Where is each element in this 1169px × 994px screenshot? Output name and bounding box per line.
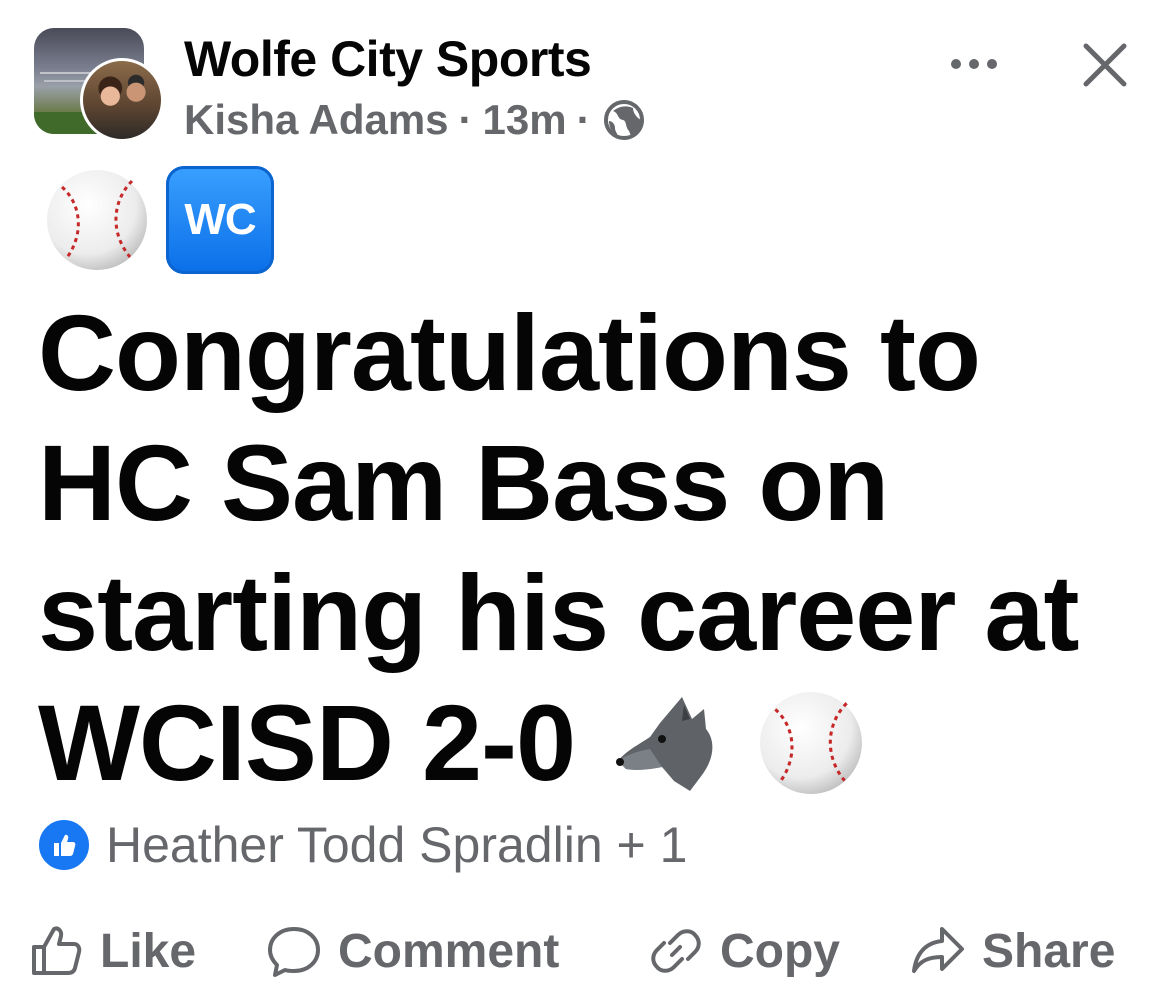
reaction-names[interactable]: Heather Todd Spradlin + 1 bbox=[106, 816, 687, 874]
link-icon bbox=[651, 929, 701, 973]
post-body-line: WCISD 2-0 bbox=[38, 682, 576, 803]
more-options-icon[interactable] bbox=[944, 44, 1004, 84]
meta-separator: · bbox=[576, 96, 591, 143]
like-icon bbox=[32, 926, 82, 975]
copy-label: Copy bbox=[720, 924, 840, 978]
wolf-icon bbox=[616, 697, 713, 792]
reaction-summary[interactable]: Heather Todd Spradlin + 1 bbox=[36, 816, 687, 874]
post-body-line: starting his career at bbox=[38, 552, 1079, 673]
wc-icon: WC bbox=[166, 166, 274, 274]
baseball-icon bbox=[47, 170, 147, 270]
like-label: Like bbox=[100, 924, 197, 978]
group-avatar[interactable] bbox=[34, 28, 164, 142]
comment-icon bbox=[268, 927, 320, 977]
close-icon[interactable] bbox=[1080, 40, 1130, 90]
post-time[interactable]: 13m bbox=[483, 96, 567, 144]
post-header: Wolfe City Sports Kisha Adams · 13m · bbox=[34, 28, 1144, 146]
post-body-line: HC Sam Bass on bbox=[38, 422, 889, 543]
share-button[interactable]: Share bbox=[910, 916, 1115, 986]
comment-label: Comment bbox=[338, 924, 560, 978]
copy-button[interactable]: Copy bbox=[648, 916, 840, 986]
like-reaction-icon bbox=[36, 817, 92, 873]
post-body-line: Congratulations to bbox=[38, 292, 981, 413]
post-body-last-line: WCISD 2-0 bbox=[38, 678, 1148, 808]
baseball-icon bbox=[760, 692, 863, 795]
group-name[interactable]: Wolfe City Sports bbox=[184, 30, 592, 88]
author-name[interactable]: Kisha Adams bbox=[184, 96, 449, 144]
meta-separator: · bbox=[458, 96, 473, 143]
post-emoji-row: WC bbox=[44, 166, 274, 274]
post-action-bar: Like Comment Copy Share bbox=[28, 916, 1148, 986]
post-body: Congratulations to HC Sam Bass on starti… bbox=[38, 288, 1148, 808]
author-avatar bbox=[80, 58, 164, 142]
share-icon bbox=[912, 927, 964, 973]
like-button[interactable]: Like bbox=[28, 916, 196, 986]
post-meta: Kisha Adams · 13m · bbox=[184, 96, 645, 144]
comment-button[interactable]: Comment bbox=[266, 916, 559, 986]
share-label: Share bbox=[982, 924, 1116, 978]
globe-icon bbox=[603, 100, 644, 140]
